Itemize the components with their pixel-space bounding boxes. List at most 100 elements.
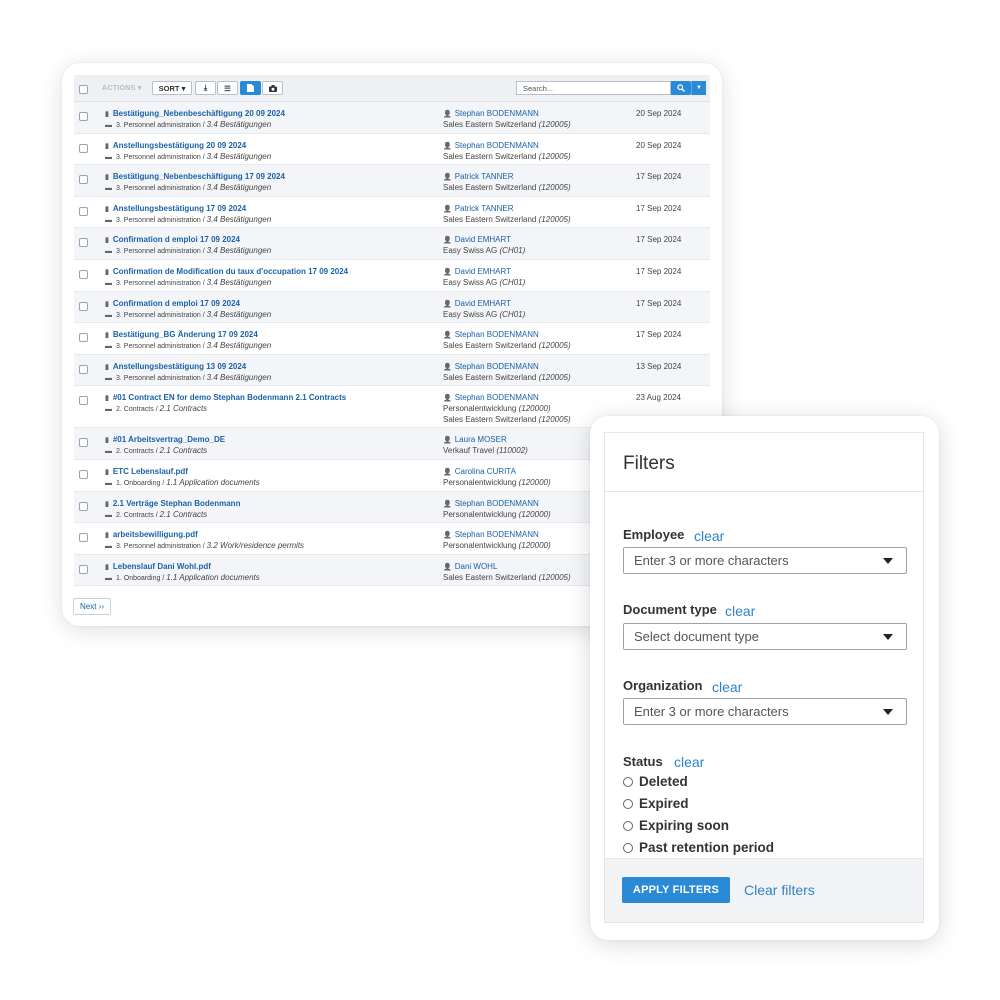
row-checkbox[interactable] [79, 112, 88, 121]
employee-link[interactable]: 👤 Stephan BODENMANN [443, 141, 539, 150]
user-icon: 👤 [443, 332, 452, 340]
row-checkbox[interactable] [79, 564, 88, 574]
table-row[interactable]: ▮ Confirmation d emploi 17 09 2024 ▬ 3. Per… [74, 228, 710, 260]
document-title-link[interactable]: ▮ Confirmation de Modification du taux d'… [105, 267, 348, 276]
folder-icon: ▬ [105, 122, 112, 129]
document-title-link[interactable]: ▮ Confirmation d emploi 17 09 2024 [105, 235, 240, 244]
org-unit: Sales Eastern Switzerland (120005) [443, 573, 571, 582]
org-unit-name: Personalentwicklung [443, 477, 517, 487]
subcategory-label: 1.1 Application documents [166, 572, 260, 582]
document-type-select[interactable]: Select document type [623, 623, 907, 650]
document-type-clear-link[interactable]: clear [725, 603, 755, 619]
employee-link[interactable]: 👤 Laura MOSER [443, 435, 507, 444]
org-unit: Sales Eastern Switzerland (120005) [443, 415, 571, 424]
employee-name: David EMHART [454, 235, 512, 245]
row-checkbox[interactable] [79, 438, 88, 448]
employee-link[interactable]: 👤 Stephan BODENMANN [443, 330, 539, 339]
table-row[interactable]: ▮ Bestätigung_BG Änderung 17 09 2024 ▬ 3. P… [74, 323, 710, 355]
row-checkbox[interactable] [79, 206, 88, 216]
row-checkbox[interactable] [79, 396, 88, 406]
file-icon: ▮ [105, 111, 109, 118]
row-checkbox[interactable] [79, 364, 88, 374]
document-title-link[interactable]: ▮ ETC Lebenslauf.pdf [105, 467, 188, 476]
download-icon: ⤓ [203, 83, 208, 92]
document-title-link[interactable]: ▮ Anstellungsbestätigung 13 09 2024 [105, 362, 246, 371]
status-deleted-radio[interactable]: Deleted [623, 774, 688, 789]
row-checkbox[interactable] [79, 469, 88, 479]
radio-label: Expired [639, 796, 689, 811]
search-icon [677, 84, 685, 92]
row-checkbox[interactable] [79, 175, 88, 185]
subcategory-label: 2.1 Contracts [159, 446, 208, 456]
employee-link[interactable]: 👤 Carolina CURITA [443, 467, 516, 476]
employee-link[interactable]: 👤 Stephan BODENMANN [443, 393, 539, 402]
file-icon: ▮ [105, 363, 109, 371]
apply-filters-button[interactable]: APPLY FILTERS [622, 877, 730, 903]
document-title-link[interactable]: ▮ Anstellungsbestätigung 20 09 2024 [105, 141, 246, 150]
table-row[interactable]: ▮ Anstellungsbestätigung 20 09 2024 ▬ 3. Pe… [74, 134, 710, 166]
document-title-link[interactable]: ▮ #01 Contract EN for demo Stephan Bodenm… [105, 393, 346, 402]
employee-select[interactable]: Enter 3 or more characters [623, 547, 907, 574]
row-checkbox[interactable] [79, 238, 88, 248]
organization-clear-link[interactable]: clear [712, 679, 742, 695]
sort-button[interactable]: SORT ▾ [152, 81, 192, 95]
search-button[interactable] [671, 81, 691, 95]
document-title-link[interactable]: ▮ Bestätigung_Nebenbeschäftigung 20 09 20… [105, 109, 285, 118]
document-title-link[interactable]: ▮ Bestätigung_Nebenbeschäftigung 17 09 20… [105, 172, 285, 181]
table-row[interactable]: ▮ Confirmation d emploi 17 09 2024 ▬ 3. Per… [74, 291, 710, 324]
next-page-button[interactable]: Next ›› [73, 598, 111, 615]
row-checkbox[interactable] [79, 501, 88, 511]
table-row[interactable]: ▮ Anstellungsbestätigung 13 09 2024 ▬ 3. Pe… [74, 354, 710, 387]
file-icon: ▮ [105, 332, 109, 340]
status-expired-radio[interactable]: Expired [623, 796, 689, 811]
document-view-button[interactable] [240, 81, 261, 95]
search-options-button[interactable]: ▼ [691, 81, 706, 95]
employee-clear-link[interactable]: clear [694, 528, 724, 544]
actions-menu[interactable]: ACTIONS ▾ [102, 84, 142, 92]
organization-select[interactable]: Enter 3 or more characters [623, 698, 907, 725]
document-title-link[interactable]: ▮ Lebenslauf Dani Wohl.pdf [105, 562, 211, 571]
row-checkbox[interactable] [79, 301, 88, 311]
status-label: Status [623, 754, 663, 769]
employee-link[interactable]: 👤 Stephan BODENMANN [443, 530, 539, 539]
employee-link[interactable]: 👤 David EMHART [443, 267, 511, 276]
document-title-link[interactable]: ▮ Anstellungsbestätigung 17 09 2024 [105, 204, 246, 213]
status-expiring-soon-radio[interactable]: Expiring soon [623, 818, 729, 833]
employee-name: David EMHART [454, 298, 512, 308]
employee-link[interactable]: 👤 David EMHART [443, 299, 511, 308]
employee-link[interactable]: 👤 Patrick TANNER [443, 204, 514, 213]
user-icon: 👤 [443, 237, 452, 245]
employee-link[interactable]: 👤 David EMHART [443, 235, 511, 244]
document-title-link[interactable]: ▮ #01 Arbeitsvertrag_Demo_DE [105, 435, 225, 444]
category-label: 3. Personnel administration [116, 374, 201, 382]
table-row[interactable]: ▮ Bestätigung_Nebenbeschäftigung 17 09 20… [74, 165, 710, 197]
org-unit-code: (120005) [538, 214, 571, 224]
row-checkbox[interactable] [79, 269, 88, 279]
camera-button[interactable] [262, 81, 283, 95]
employee-link[interactable]: 👤 Stephan BODENMANN [443, 109, 539, 118]
document-title-link[interactable]: ▮ Bestätigung_BG Änderung 17 09 2024 [105, 330, 258, 339]
search-input[interactable]: Search... [516, 81, 671, 95]
document-title-link[interactable]: ▮ Confirmation d emploi 17 09 2024 [105, 299, 240, 308]
row-checkbox[interactable] [79, 533, 88, 543]
document-title-link[interactable]: ▮ 2.1 Verträge Stephan Bodenmann [105, 499, 240, 508]
status-past-retention-radio[interactable]: Past retention period [623, 840, 774, 855]
employee-link[interactable]: 👤 Stephan BODENMANN [443, 362, 539, 371]
subcategory-label: 2.1 Contracts [159, 509, 208, 519]
sort-label: SORT [158, 83, 180, 93]
table-row[interactable]: ▮ Confirmation de Modification du taux d'… [74, 260, 710, 292]
row-checkbox[interactable] [79, 143, 88, 153]
employee-link[interactable]: 👤 Stephan BODENMANN [443, 499, 539, 508]
download-button[interactable]: ⤓ [195, 81, 216, 95]
list-view-button[interactable]: ☰ [217, 81, 238, 95]
row-checkbox[interactable] [79, 333, 88, 343]
table-row[interactable]: ▮ Bestätigung_Nebenbeschäftigung 20 09 20… [74, 102, 710, 134]
select-all-checkbox[interactable] [79, 85, 88, 94]
document-title-link[interactable]: ▮ arbeitsbewilligung.pdf [105, 530, 198, 539]
table-row[interactable]: ▮ Anstellungsbestätigung 17 09 2024 ▬ 3. Pe… [74, 197, 710, 229]
employee-link[interactable]: 👤 Patrick TANNER [443, 172, 514, 181]
status-clear-link[interactable]: clear [674, 754, 704, 770]
employee-link[interactable]: 👤 Dani WOHL [443, 562, 497, 571]
folder-icon: ▬ [105, 511, 112, 519]
clear-filters-link[interactable]: Clear filters [744, 882, 815, 898]
